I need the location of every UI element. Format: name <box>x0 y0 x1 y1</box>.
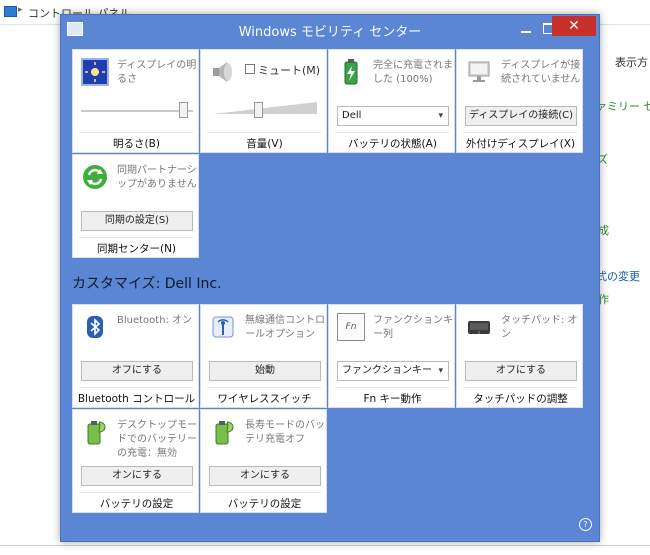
fn-key-tile: Fn ファンクションキー列 ファンクションキー ▾ Fn キー動作 <box>328 304 455 408</box>
touchpad-off-button[interactable]: オフにする <box>465 361 577 381</box>
sync-status-text: 同期パートナーシップがありません <box>117 165 197 190</box>
display-status-text: ディスプレイが接続されていません <box>501 60 581 85</box>
battery-label: バッテリの状態(A) <box>348 138 437 150</box>
wireless-options-text: 無線通信コントロールオプション <box>245 315 325 340</box>
format-change-link[interactable]: 式の変更 <box>596 268 640 284</box>
close-button[interactable]: ✕ <box>552 16 596 36</box>
volume-slider-track[interactable] <box>213 102 317 114</box>
divider <box>335 387 449 388</box>
chevron-down-icon: ▾ <box>438 366 443 376</box>
battery-leaf-icon[interactable] <box>209 418 237 446</box>
bluetooth-off-button[interactable]: オフにする <box>81 361 193 381</box>
display-brightness-icon[interactable] <box>81 58 109 86</box>
divider <box>0 545 650 546</box>
fn-key-description: ファンクションキー列 <box>373 315 453 340</box>
sync-icon[interactable] <box>81 163 109 191</box>
mute-label[interactable]: ミュート(M) <box>258 62 320 78</box>
sync-settings-button[interactable]: 同期の設定(S) <box>81 211 193 231</box>
wireless-start-button[interactable]: 始動 <box>209 361 321 381</box>
wireless-antenna-icon[interactable] <box>209 313 237 341</box>
bluetooth-status-text: Bluetooth: オン <box>117 315 193 326</box>
help-icon[interactable]: ? <box>579 518 592 531</box>
touchpad-tile: タッチパッド: オン オフにする タッチパッドの調整 <box>456 304 583 408</box>
divider <box>79 387 193 388</box>
longlife-battery-text: 長寿モードのバッテリ充電オフ <box>245 420 325 445</box>
computer-icon <box>4 6 17 17</box>
wireless-label: ワイヤレススイッチ <box>217 393 312 405</box>
touchpad-label: タッチパッドの調整 <box>473 393 568 405</box>
touchpad-icon[interactable] <box>465 313 493 341</box>
section-title: カスタマイズ: Dell Inc. <box>72 276 222 292</box>
sync-center-label: 同期センター(N) <box>96 243 177 255</box>
chevron-down-icon: ▾ <box>438 111 443 121</box>
chevron-right-icon[interactable]: ▸ <box>18 5 23 15</box>
brightness-slider-track[interactable] <box>81 110 193 112</box>
bluetooth-icon[interactable] <box>81 313 109 341</box>
desktop-battery-tile: デスクトップモードでのバッテリーの充電：無効 オンにする バッテリの設定 <box>72 409 199 513</box>
power-plan-value: Dell <box>342 110 362 121</box>
divider <box>79 492 193 493</box>
divider <box>463 387 577 388</box>
family-safety-link[interactable]: ァミリー セー <box>596 98 650 114</box>
longlife-battery-tile: 長寿モードのバッテリ充電オフ オンにする バッテリの設定 <box>200 409 327 513</box>
bluetooth-label: Bluetooth コントロール <box>77 393 196 405</box>
divider <box>207 387 321 388</box>
divider <box>207 132 321 133</box>
brightness-slider-thumb[interactable] <box>178 102 188 118</box>
desktop-battery-label: バッテリの設定 <box>99 498 174 510</box>
wireless-tile: 無線通信コントロールオプション 始動 ワイヤレススイッチ <box>200 304 327 408</box>
fn-key-select[interactable]: ファンクションキー ▾ <box>337 361 449 381</box>
desktop-battery-text: デスクトップモードでのバッテリーの充電：無効 <box>117 420 197 459</box>
power-plan-select[interactable]: Dell ▾ <box>337 106 449 126</box>
connect-display-button[interactable]: ディスプレイの接続(C) <box>465 106 577 126</box>
touchpad-status-text: タッチパッド: オン <box>501 315 578 340</box>
view-by-label[interactable]: 表示方 <box>615 54 648 70</box>
bluetooth-tile: Bluetooth: オン オフにする Bluetooth コントロール <box>72 304 199 408</box>
monitor-icon[interactable] <box>465 58 493 86</box>
sync-center-tile: 同期パートナーシップがありません 同期の設定(S) 同期センター(N) <box>72 154 199 258</box>
brightness-description: ディスプレイの明るさ <box>117 60 197 85</box>
mobility-center-window: Windows モビリティ センター ✕ ディスプレイの明るさ 明るさ(B) ミ… <box>60 14 600 542</box>
title-bar[interactable]: Windows モビリティ センター ✕ <box>61 15 599 43</box>
volume-label: 音量(V) <box>246 138 283 150</box>
battery-leaf-icon[interactable] <box>81 418 109 446</box>
fn-key-icon[interactable]: Fn <box>337 313 365 341</box>
divider <box>335 132 449 133</box>
desktop-battery-on-button[interactable]: オンにする <box>81 466 193 486</box>
divider <box>463 132 577 133</box>
longlife-battery-label: バッテリの設定 <box>227 498 302 510</box>
battery-tile: 完全に充電されました (100%) Dell ▾ バッテリの状態(A) <box>328 49 455 153</box>
external-display-tile: ディスプレイが接続されていません ディスプレイの接続(C) 外付けディスプレイ(… <box>456 49 583 153</box>
longlife-battery-on-button[interactable]: オンにする <box>209 466 321 486</box>
volume-tile: ミュート(M) 音量(V) <box>200 49 327 153</box>
divider <box>79 237 193 238</box>
divider <box>207 492 321 493</box>
speaker-icon[interactable] <box>209 58 237 86</box>
volume-slider-thumb[interactable] <box>254 102 264 118</box>
external-display-label: 外付けディスプレイ(X) <box>465 138 576 150</box>
mute-checkbox[interactable] <box>245 64 255 74</box>
fn-key-label: Fn キー動作 <box>363 393 422 405</box>
brightness-tile: ディスプレイの明るさ 明るさ(B) <box>72 49 199 153</box>
brightness-label: 明るさ(B) <box>113 138 160 150</box>
battery-charging-icon[interactable] <box>337 58 365 86</box>
fn-key-value: ファンクションキー <box>342 365 432 376</box>
minimize-button[interactable] <box>515 19 537 37</box>
battery-status-text: 完全に充電されました (100%) <box>373 60 453 85</box>
divider <box>79 132 193 133</box>
